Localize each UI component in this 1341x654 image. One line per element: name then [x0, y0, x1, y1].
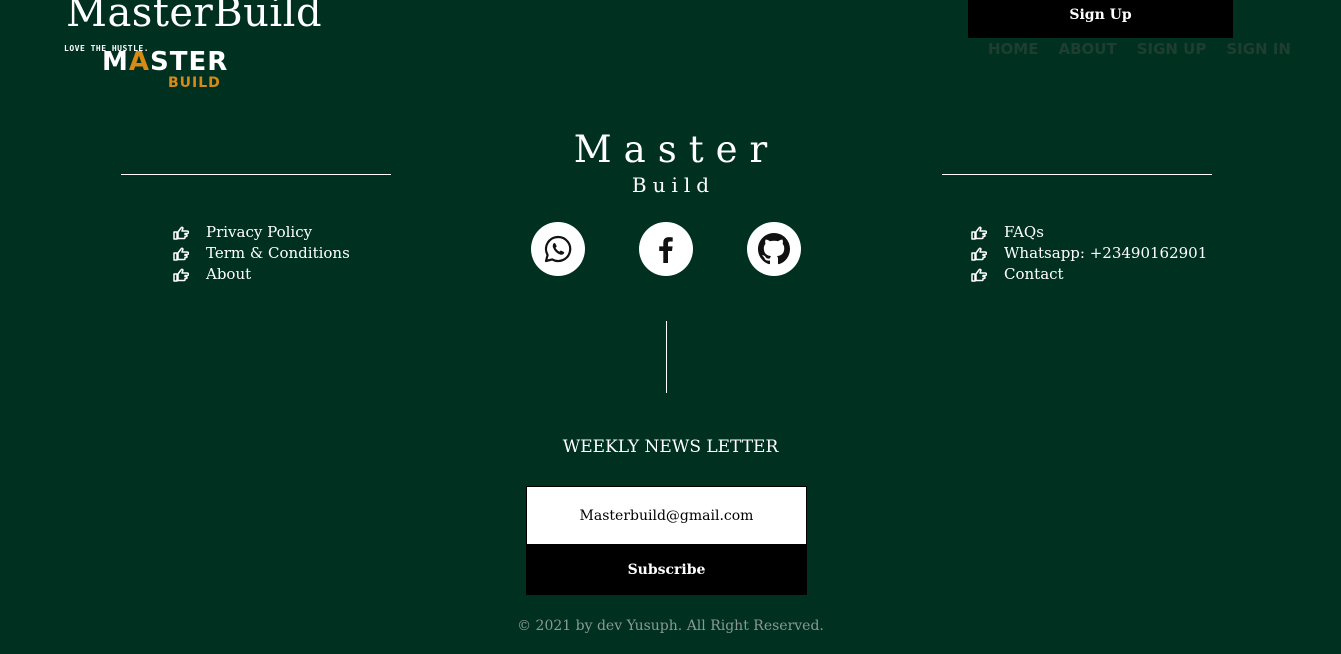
footer-subheading: Build — [631, 173, 716, 197]
list-item: Contact — [971, 264, 1207, 285]
nav-sign-up[interactable]: SIGN UP — [1137, 40, 1207, 58]
vertical-divider — [666, 321, 667, 393]
contact-link[interactable]: Contact — [1004, 264, 1064, 285]
hand-point-right-icon — [971, 268, 987, 282]
list-item: FAQs — [971, 222, 1207, 243]
nav-about[interactable]: ABOUT — [1058, 40, 1116, 58]
facebook-button[interactable] — [639, 222, 693, 276]
github-icon — [758, 233, 790, 265]
list-item: Term & Conditions — [173, 243, 350, 264]
footer-links-right: FAQs Whatsapp: +23490162901 Contact — [971, 222, 1207, 285]
logo-subtext: BUILD — [168, 75, 221, 91]
footer-heading: Master — [573, 128, 780, 171]
list-item: About — [173, 264, 350, 285]
newsletter-email-input[interactable] — [526, 486, 807, 545]
nav-home[interactable]: HOME — [988, 40, 1038, 58]
faqs-link[interactable]: FAQs — [1004, 222, 1044, 243]
privacy-policy-link[interactable]: Privacy Policy — [206, 222, 312, 243]
logo[interactable]: LOVE THE HUSTLE. MASTER BUILD — [64, 44, 227, 94]
footer-links-left: Privacy Policy Term & Conditions About — [173, 222, 350, 285]
hand-point-right-icon — [173, 226, 189, 240]
whatsapp-button[interactable] — [531, 222, 585, 276]
copyright-text: © 2021 by dev Yusuph. All Right Reserved… — [517, 618, 824, 634]
hand-point-right-icon — [173, 247, 189, 261]
whatsapp-icon — [544, 235, 572, 263]
newsletter-title: WEEKLY NEWS LETTER — [562, 437, 779, 457]
page: MasterBuild LOVE THE HUSTLE. MASTER BUIL… — [0, 0, 1341, 654]
signup-button[interactable]: Sign Up — [968, 0, 1233, 38]
list-item: Whatsapp: +23490162901 — [971, 243, 1207, 264]
hand-point-right-icon — [971, 247, 987, 261]
github-button[interactable] — [747, 222, 801, 276]
site-title[interactable]: MasterBuild — [66, 0, 322, 36]
facebook-icon — [659, 237, 673, 263]
nav-sign-in[interactable]: SIGN IN — [1226, 40, 1291, 58]
hand-point-right-icon — [173, 268, 189, 282]
logo-wordmark: MASTER — [102, 47, 229, 77]
terms-link[interactable]: Term & Conditions — [206, 243, 350, 264]
about-link[interactable]: About — [206, 264, 251, 285]
list-item: Privacy Policy — [173, 222, 350, 243]
hand-point-right-icon — [971, 226, 987, 240]
logo-a-mark: A — [128, 47, 150, 77]
whatsapp-link[interactable]: Whatsapp: +23490162901 — [1004, 243, 1207, 264]
signup-button-label: Sign Up — [1069, 6, 1132, 23]
top-nav: HOME ABOUT SIGN UP SIGN IN — [988, 40, 1291, 58]
subscribe-button[interactable]: Subscribe — [526, 545, 807, 595]
